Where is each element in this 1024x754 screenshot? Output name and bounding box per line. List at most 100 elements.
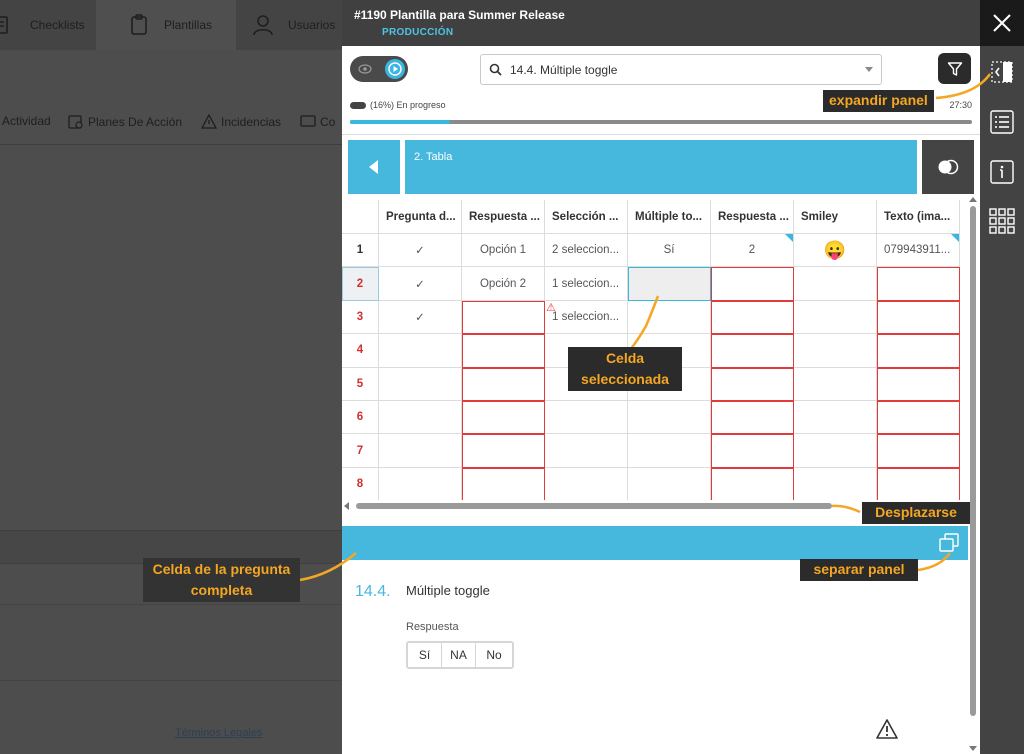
table-cell[interactable] xyxy=(462,467,545,500)
grid-view-button[interactable] xyxy=(980,201,1024,241)
table-cell[interactable] xyxy=(711,401,794,435)
table-cell[interactable]: 1 seleccion... xyxy=(545,300,628,335)
table-cell[interactable] xyxy=(877,300,960,335)
subnav-co[interactable]: Co xyxy=(300,114,335,130)
table-cell[interactable] xyxy=(794,467,877,500)
table-cell[interactable] xyxy=(628,467,711,500)
table-cell[interactable] xyxy=(794,267,877,301)
divider xyxy=(342,134,980,135)
table-cell[interactable]: 079943911... xyxy=(877,234,960,268)
scroll-left-arrow[interactable] xyxy=(344,502,349,510)
table-cell[interactable] xyxy=(462,434,545,468)
vertical-scrollbar[interactable] xyxy=(970,206,976,716)
table-cell[interactable] xyxy=(794,401,877,435)
legal-terms-link[interactable]: Términos Legales xyxy=(175,727,262,739)
table-row-number[interactable]: 5 xyxy=(342,367,379,401)
detach-panel-icon[interactable] xyxy=(938,532,960,554)
table-cell[interactable] xyxy=(711,367,794,401)
subnav-incidencias[interactable]: Incidencias xyxy=(201,114,281,130)
answer-option-si[interactable]: Sí xyxy=(408,643,442,667)
table-row-number[interactable]: 1 xyxy=(342,234,379,268)
progress-status: (16%) En progreso xyxy=(350,100,446,110)
table-cell[interactable] xyxy=(545,467,628,500)
table-cell[interactable] xyxy=(379,367,462,401)
table-row-number[interactable]: 2 xyxy=(342,267,379,301)
table-row-number[interactable]: 4 xyxy=(342,334,379,368)
table-cell[interactable] xyxy=(462,367,545,401)
view-mode-toggle[interactable] xyxy=(350,56,408,82)
table-cell[interactable]: ✓ xyxy=(379,234,462,268)
table-column-header[interactable]: Respuesta ... xyxy=(462,200,545,234)
subnav-planes[interactable]: Planes De Acción xyxy=(68,114,182,130)
close-button[interactable] xyxy=(980,0,1024,46)
table-cell[interactable] xyxy=(545,434,628,468)
table-cell[interactable]: 2 seleccion... xyxy=(545,234,628,268)
list-view-button[interactable] xyxy=(980,102,1024,142)
table-cell[interactable]: 😛 xyxy=(794,234,877,268)
table-row-number[interactable]: 6 xyxy=(342,401,379,435)
progress-pill-icon xyxy=(350,101,366,109)
table-cell[interactable] xyxy=(628,401,711,435)
info-button[interactable] xyxy=(980,152,1024,192)
table-cell[interactable] xyxy=(545,401,628,435)
table-cell[interactable] xyxy=(877,434,960,468)
table-cell[interactable]: ✓ xyxy=(379,267,462,301)
table-cell[interactable] xyxy=(711,434,794,468)
expand-panel-button[interactable] xyxy=(980,52,1024,92)
table-cell[interactable] xyxy=(379,434,462,468)
annotation-line: Celda xyxy=(605,350,645,366)
previous-section-button[interactable] xyxy=(348,140,400,194)
table-cell[interactable] xyxy=(462,401,545,435)
table-cell[interactable] xyxy=(711,300,794,335)
nav-plantillas[interactable]: Plantillas xyxy=(96,0,236,50)
table-cell[interactable] xyxy=(877,401,960,435)
table-cell[interactable]: ✓ xyxy=(379,300,462,335)
table-column-header[interactable]: Texto (ima... xyxy=(877,200,960,234)
table-cell[interactable] xyxy=(877,267,960,301)
table-cell[interactable] xyxy=(379,467,462,500)
filter-button[interactable] xyxy=(938,53,971,84)
table-cell[interactable] xyxy=(628,434,711,468)
scroll-down-arrow[interactable] xyxy=(969,746,977,751)
subnav-actividad[interactable]: Actividad xyxy=(2,114,51,128)
table-row-number[interactable]: 3 xyxy=(342,300,379,335)
table-cell[interactable]: 1 seleccion... xyxy=(545,267,628,301)
table-column-header[interactable]: Múltiple to... xyxy=(628,200,711,234)
toggle-icon xyxy=(938,159,959,175)
table-row-number[interactable]: 7 xyxy=(342,434,379,468)
table-cell[interactable]: 2 xyxy=(711,234,794,268)
table-column-header[interactable]: Pregunta d... xyxy=(379,200,462,234)
question-search-select[interactable]: 14.4. Múltiple toggle xyxy=(480,54,882,85)
table-cell[interactable]: Opción 2 xyxy=(462,267,545,301)
section-toggle-button[interactable] xyxy=(922,140,974,194)
table-cell[interactable] xyxy=(877,334,960,368)
table-column-header[interactable]: Smiley xyxy=(794,200,877,234)
table-row-number[interactable]: 8 xyxy=(342,467,379,500)
scroll-up-arrow[interactable] xyxy=(969,197,977,202)
table-cell[interactable] xyxy=(794,434,877,468)
table-cell[interactable] xyxy=(462,334,545,368)
selected-table-cell[interactable] xyxy=(628,267,711,301)
table-cell[interactable] xyxy=(628,300,711,335)
nav-usuarios[interactable]: Usuarios xyxy=(252,0,352,50)
table-cell[interactable]: Opción 1 xyxy=(462,234,545,268)
table-cell[interactable] xyxy=(794,300,877,335)
nav-checklists[interactable]: Checklists xyxy=(0,0,94,50)
table-cell[interactable] xyxy=(711,334,794,368)
answer-option-na[interactable]: NA xyxy=(442,643,476,667)
answer-option-no[interactable]: No xyxy=(476,643,512,667)
table-cell[interactable] xyxy=(711,467,794,500)
table-cell[interactable] xyxy=(877,467,960,500)
table-column-header[interactable]: Selección ... xyxy=(545,200,628,234)
table-cell[interactable] xyxy=(379,334,462,368)
horizontal-scrollbar[interactable] xyxy=(356,503,832,509)
table-cell[interactable] xyxy=(711,267,794,301)
table-column-header[interactable]: Respuesta ... xyxy=(711,200,794,234)
table-cell[interactable] xyxy=(794,367,877,401)
table-cell[interactable] xyxy=(794,334,877,368)
table-cell[interactable]: Sí xyxy=(628,234,711,268)
table-cell[interactable] xyxy=(379,401,462,435)
table-cell[interactable] xyxy=(462,300,545,335)
report-issue-icon[interactable] xyxy=(875,718,899,740)
table-cell[interactable] xyxy=(877,367,960,401)
